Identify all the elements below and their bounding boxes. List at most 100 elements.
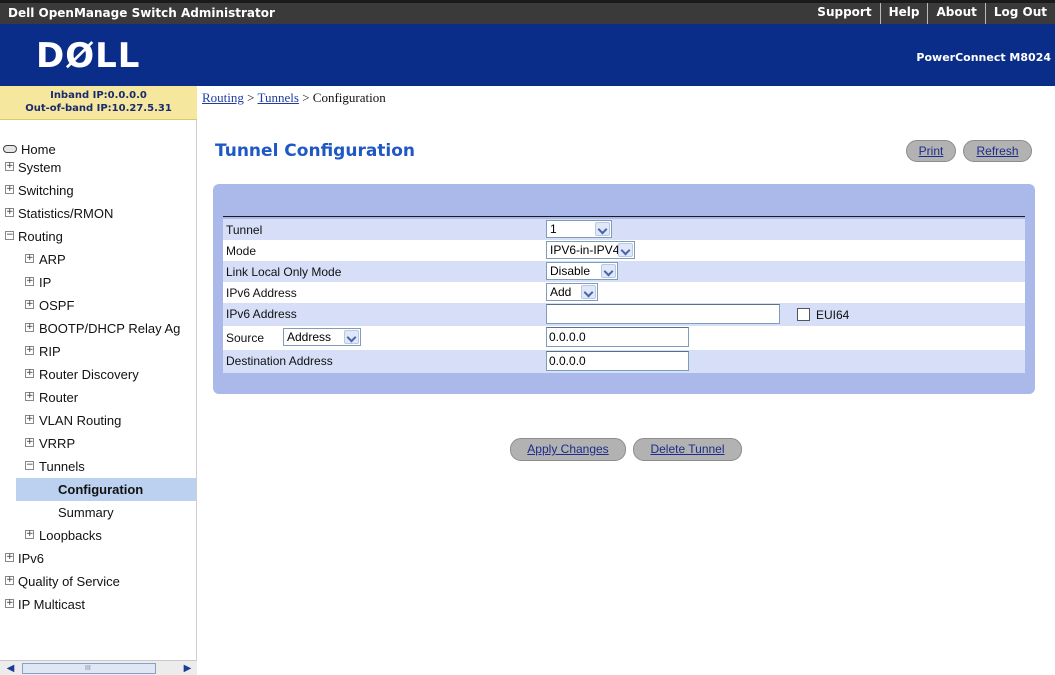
nav-summary-label: Summary <box>58 505 114 520</box>
nav-bootp[interactable]: + BOOTP/DHCP Relay Ag <box>0 317 196 340</box>
help-link[interactable]: Help <box>879 3 928 24</box>
nav-switching[interactable]: + Switching <box>0 179 196 202</box>
delete-tunnel-button[interactable]: Delete Tunnel <box>633 438 742 461</box>
expand-icon: + <box>5 575 14 585</box>
ipv6-address-input[interactable] <box>546 304 780 324</box>
breadcrumb: Routing > Tunnels > Configuration <box>202 90 386 106</box>
expand-icon: + <box>25 414 34 424</box>
nav-ospf-label: OSPF <box>39 298 75 313</box>
top-links: Support Help About Log Out <box>809 3 1055 24</box>
top-bar: Dell OpenManage Switch Administrator Sup… <box>0 0 1055 24</box>
nav-arp-label: ARP <box>39 252 66 267</box>
ipv6-action-select[interactable]: Add <box>546 283 598 301</box>
link-local-row: Link Local Only Mode Disable <box>223 261 1025 282</box>
eui64-label: EUI64 <box>816 308 850 322</box>
scroll-right-icon[interactable]: ▶ <box>180 662 195 675</box>
expand-icon: + <box>5 598 14 608</box>
nav-arp[interactable]: + ARP <box>0 248 196 271</box>
nav-tree: Home + System + Switching + Statistics/R… <box>0 138 196 616</box>
nav-router-discovery[interactable]: + Router Discovery <box>0 363 196 386</box>
nav-loopbacks-label: Loopbacks <box>39 528 102 543</box>
destination-address-input[interactable]: 0.0.0.0 <box>546 351 689 371</box>
nav-routing[interactable]: − Routing <box>0 225 196 248</box>
link-local-select-value: Disable <box>550 264 591 278</box>
nav-rip[interactable]: + RIP <box>0 340 196 363</box>
eui64-checkbox[interactable] <box>797 308 810 321</box>
nav-ip[interactable]: + IP <box>0 271 196 294</box>
nav-vrrp-label: VRRP <box>39 436 76 451</box>
expand-icon: + <box>25 299 34 309</box>
nav-vlan-routing-label: VLAN Routing <box>39 413 122 428</box>
app-title: Dell OpenManage Switch Administrator <box>8 6 275 20</box>
refresh-button[interactable]: Refresh <box>963 140 1032 162</box>
link-local-label: Link Local Only Mode <box>226 265 342 279</box>
tunnel-select[interactable]: 1 <box>546 220 612 238</box>
nav-qos-label: Quality of Service <box>18 574 120 589</box>
source-address-input[interactable]: 0.0.0.0 <box>546 327 689 347</box>
ipv6-action-row: IPv6 Address Add <box>223 282 1025 303</box>
breadcrumb-current: Configuration <box>312 90 386 105</box>
ipv6-address-label: IPv6 Address <box>226 307 297 321</box>
nav-system[interactable]: + System <box>0 156 196 179</box>
nav-ipv6[interactable]: + IPv6 <box>0 547 196 570</box>
support-link[interactable]: Support <box>809 3 879 24</box>
print-button[interactable]: Print <box>906 140 956 162</box>
nav-tunnels-label: Tunnels <box>39 459 85 474</box>
tunnel-select-value: 1 <box>550 222 557 236</box>
link-local-select[interactable]: Disable <box>546 262 618 280</box>
breadcrumb-separator: > <box>243 90 258 105</box>
breadcrumb-routing[interactable]: Routing <box>202 90 244 105</box>
expand-icon: + <box>25 529 34 539</box>
expand-icon: + <box>5 161 14 171</box>
ipv6-address-row: IPv6 Address EUI64 <box>223 303 1025 326</box>
nav-statistics[interactable]: + Statistics/RMON <box>0 202 196 225</box>
scrollbar-thumb[interactable]: III <box>22 663 156 674</box>
nav-tunnels-summary[interactable]: Summary <box>0 501 196 524</box>
expand-icon: + <box>5 184 14 194</box>
breadcrumb-tunnels[interactable]: Tunnels <box>258 90 299 105</box>
source-row: Source Address 0.0.0.0 <box>223 326 1025 350</box>
nav-system-label: System <box>18 160 62 175</box>
nav-qos[interactable]: + Quality of Service <box>0 570 196 593</box>
about-link[interactable]: About <box>927 3 984 24</box>
nav-loopbacks[interactable]: + Loopbacks <box>0 524 196 547</box>
sidebar-horizontal-scrollbar[interactable]: ◀ III ▶ <box>0 660 197 675</box>
scroll-left-icon[interactable]: ◀ <box>3 662 18 675</box>
expand-icon: + <box>25 322 34 332</box>
expand-icon: + <box>5 552 14 562</box>
sidebar: Home + System + Switching + Statistics/R… <box>0 120 197 675</box>
nav-statistics-label: Statistics/RMON <box>18 206 114 221</box>
logout-link[interactable]: Log Out <box>984 3 1055 24</box>
inband-ip: Inband IP:0.0.0.0 <box>50 90 147 101</box>
ipv6-action-select-value: Add <box>550 285 572 299</box>
product-model: PowerConnect M8024 <box>916 51 1051 64</box>
destination-label: Destination Address <box>226 354 333 368</box>
nav-ospf[interactable]: + OSPF <box>0 294 196 317</box>
ip-info-panel: Inband IP:0.0.0.0 Out-of-band IP:10.27.5… <box>0 86 197 120</box>
apply-changes-button[interactable]: Apply Changes <box>510 438 626 461</box>
scrollbar-grip: III <box>85 665 91 672</box>
nav-configuration-label: Configuration <box>58 482 144 497</box>
nav-router[interactable]: + Router <box>0 386 196 409</box>
nav-ip-multicast-label: IP Multicast <box>18 597 85 612</box>
brand-bar: DØLL PowerConnect M8024 <box>0 24 1055 86</box>
page-title: Tunnel Configuration <box>215 141 416 161</box>
nav-ip-multicast[interactable]: + IP Multicast <box>0 593 196 616</box>
mode-select[interactable]: IPV6-in-IPV4 <box>546 241 635 259</box>
nav-tunnels-configuration[interactable]: Configuration <box>0 478 196 501</box>
source-type-select-value: Address <box>287 330 332 344</box>
expand-icon: + <box>25 276 34 286</box>
nav-router-label: Router <box>39 390 79 405</box>
source-type-select[interactable]: Address <box>283 328 361 346</box>
expand-icon: + <box>25 391 34 401</box>
nav-vrrp[interactable]: + VRRP <box>0 432 196 455</box>
chevron-down-icon <box>595 222 610 236</box>
collapse-icon: − <box>25 460 34 470</box>
breadcrumb-separator: > <box>298 90 313 105</box>
tunnel-label: Tunnel <box>226 223 263 237</box>
nav-vlan-routing[interactable]: + VLAN Routing <box>0 409 196 432</box>
out-of-band-ip: Out-of-band IP:10.27.5.31 <box>25 103 172 114</box>
nav-tunnels[interactable]: − Tunnels <box>0 455 196 478</box>
nav-routing-label: Routing <box>18 229 63 244</box>
mode-row: Mode IPV6-in-IPV4 <box>223 240 1025 261</box>
